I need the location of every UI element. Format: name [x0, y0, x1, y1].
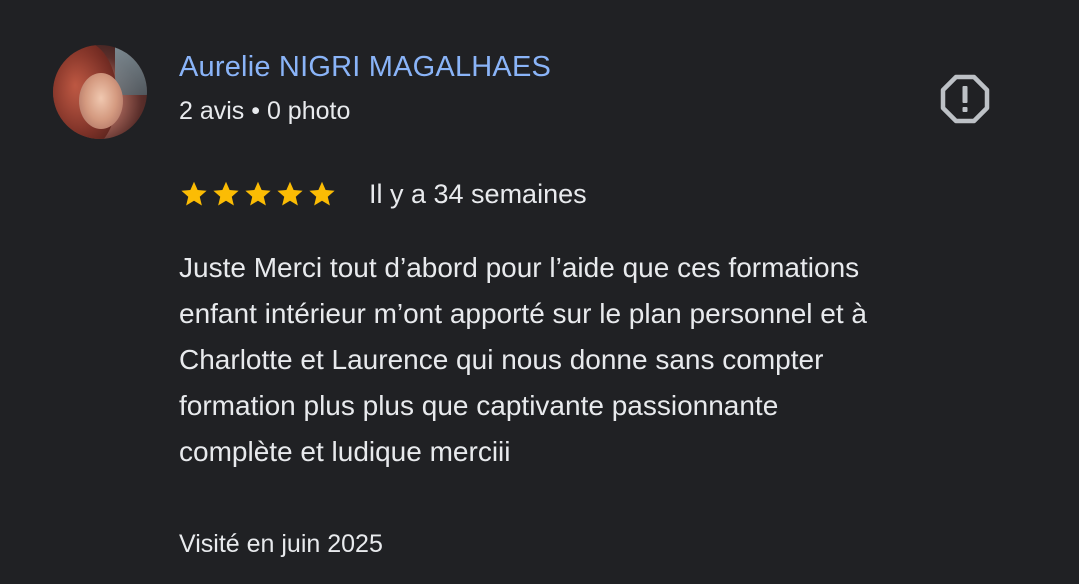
author-avatar[interactable]	[53, 45, 147, 139]
review-text-line: complète et ludique merciii	[179, 436, 511, 467]
star-icon	[181, 181, 207, 206]
star-icon	[245, 181, 271, 206]
star-icon	[277, 181, 303, 206]
rating-row: Il y a 34 semaines	[179, 174, 587, 214]
review-text-line: Charlotte et Laurence qui nous donne san…	[179, 344, 824, 375]
author-name[interactable]: Aurelie NIGRI MAGALHAES	[179, 50, 551, 84]
visit-info: Visité en juin 2025	[179, 530, 383, 558]
review-card: Aurelie NIGRI MAGALHAES 2 avis • 0 photo…	[0, 0, 1079, 584]
review-text-line: Juste Merci tout d’abord pour l’aide que…	[179, 252, 860, 283]
report-octagon-icon	[940, 74, 990, 124]
review-text-line: formation plus plus que captivante passi…	[179, 390, 779, 421]
star-icon	[309, 181, 335, 206]
review-text: Juste Merci tout d’abord pour l’aide que…	[179, 245, 1039, 475]
author-meta: 2 avis • 0 photo	[179, 97, 351, 125]
review-text-line: enfant intérieur m’ont apporté sur le pl…	[179, 298, 867, 329]
star-rating	[179, 179, 337, 209]
review-date: Il y a 34 semaines	[369, 179, 587, 209]
report-button[interactable]	[940, 74, 990, 124]
star-icon	[213, 181, 239, 206]
